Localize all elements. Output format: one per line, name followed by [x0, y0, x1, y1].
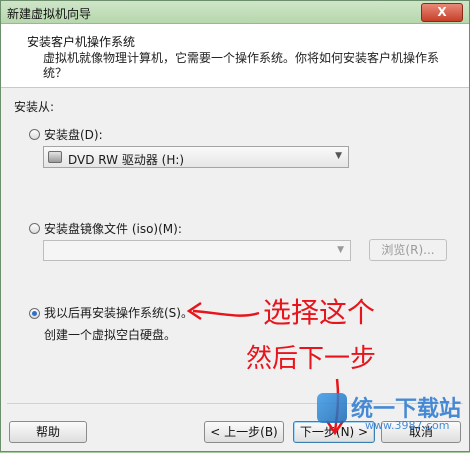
install-later-radio[interactable]: [29, 308, 40, 319]
chevron-down-icon: ▼: [335, 151, 342, 161]
iso-radio[interactable]: [29, 223, 40, 234]
close-button[interactable]: X: [421, 3, 463, 22]
watermark-url: www.3987.com: [365, 419, 450, 432]
wizard-header: 安装客户机操作系统 虚拟机就像物理计算机，它需要一个操作系统。你将如何安装客户机…: [1, 24, 469, 88]
disc-radio[interactable]: [29, 129, 40, 140]
iso-path-input[interactable]: ▼: [43, 240, 351, 261]
annotation-select-this: 选择这个: [263, 296, 376, 329]
chevron-down-icon: ▼: [337, 245, 344, 255]
arrow-to-option-icon: [192, 309, 260, 317]
window-title: 新建虚拟机向导: [7, 7, 92, 21]
page-title: 安装客户机操作系统: [27, 35, 136, 49]
help-button[interactable]: 帮助: [9, 421, 87, 443]
dvd-drive-icon: [48, 151, 62, 163]
new-vm-wizard-window: 新建虚拟机向导 X 安装客户机操作系统 虚拟机就像物理计算机，它需要一个操作系统…: [0, 0, 470, 452]
disc-radio-label[interactable]: 安装盘(D):: [44, 126, 103, 143]
install-later-radio-label[interactable]: 我以后再安装操作系统(S)。: [44, 304, 193, 321]
back-button[interactable]: < 上一步(B): [204, 421, 284, 443]
next-button[interactable]: 下一步(N) >: [293, 421, 375, 443]
browse-button[interactable]: 浏览(R)...: [369, 239, 447, 261]
disc-drive-selected: DVD RW 驱动器 (H:): [68, 153, 185, 167]
install-later-hint: 创建一个虚拟空白硬盘。: [44, 328, 177, 342]
close-icon: X: [437, 5, 447, 19]
disc-drive-dropdown[interactable]: DVD RW 驱动器 (H:) ▼: [43, 146, 349, 168]
iso-radio-label[interactable]: 安装盘镜像文件 (iso)(M):: [44, 220, 182, 237]
title-bar[interactable]: 新建虚拟机向导 X: [1, 1, 469, 24]
install-from-label: 安装从:: [14, 100, 55, 114]
annotation-then-next: 然后下一步: [246, 344, 377, 374]
site-logo-icon: [317, 393, 347, 423]
page-description: 虚拟机就像物理计算机，它需要一个操作系统。你将如何安装客户机操作系统？: [43, 51, 440, 80]
